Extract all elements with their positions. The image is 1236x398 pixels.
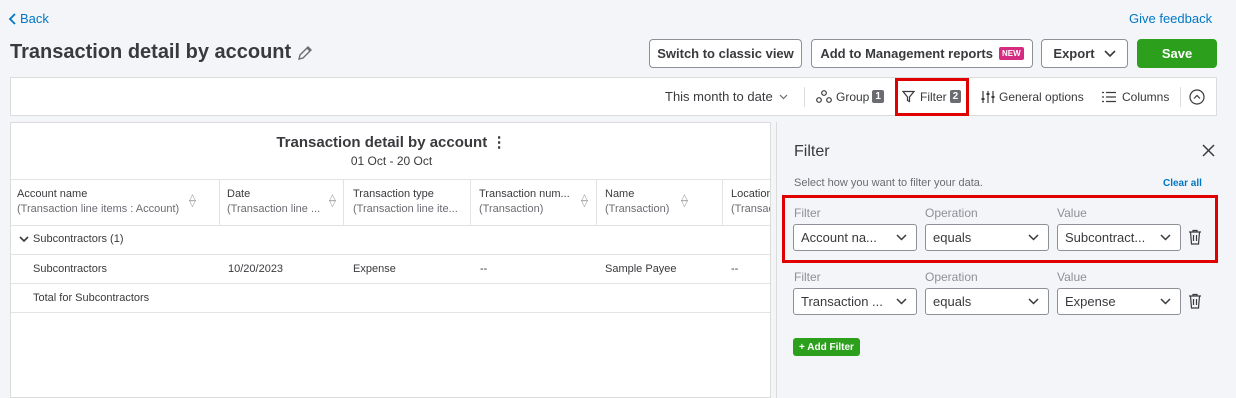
chevron-down-icon <box>1028 298 1039 305</box>
value-label: Value <box>1057 270 1087 284</box>
columns-list-icon <box>1102 91 1116 102</box>
filter-highlight-box <box>895 78 969 116</box>
sliders-icon <box>981 90 995 103</box>
give-feedback-link[interactable]: Give feedback <box>1129 11 1212 26</box>
filter-field-select[interactable]: Transaction ... <box>793 288 917 315</box>
cell-num: -- <box>480 263 488 275</box>
group-icon <box>816 89 832 103</box>
export-button[interactable]: Export <box>1041 39 1128 68</box>
column-header-location[interactable]: Location (Transac <box>731 179 770 225</box>
column-header-name[interactable]: Name (Transaction) △ ▽ <box>605 179 723 225</box>
back-label: Back <box>20 11 49 26</box>
sort-icon[interactable]: △ ▽ <box>189 193 196 208</box>
chevron-left-icon <box>8 12 16 25</box>
general-options-button[interactable]: General options <box>981 78 1084 115</box>
trash-icon[interactable] <box>1188 293 1202 309</box>
add-to-management-reports-button[interactable]: Add to Management reports NEW <box>811 39 1033 68</box>
cell-name: Sample Payee <box>605 263 677 275</box>
cell-date: 10/20/2023 <box>228 263 284 275</box>
close-icon[interactable] <box>1202 144 1215 157</box>
columns-label: Columns <box>1122 89 1170 104</box>
column-header-transaction-num[interactable]: Transaction num... (Transaction) △ ▽ <box>479 179 597 225</box>
group-count-badge: 1 <box>872 90 884 103</box>
group-row-subcontractors[interactable]: Subcontractors (1) <box>19 233 123 245</box>
new-badge: NEW <box>998 47 1024 60</box>
report-title: Transaction detail by account <box>276 134 488 151</box>
add-filter-button[interactable]: + Add Filter <box>793 338 860 356</box>
page-title: Transaction detail by account <box>10 41 292 63</box>
filter-operation-select[interactable]: equals <box>925 288 1049 315</box>
total-row-label: Total for Subcontractors <box>33 292 150 304</box>
sort-icon[interactable]: △ ▽ <box>329 193 336 208</box>
cell-account: Subcontractors <box>33 263 107 275</box>
switch-classic-view-button[interactable]: Switch to classic view <box>649 39 802 68</box>
group-button[interactable]: Group 1 <box>816 78 884 115</box>
chevron-down-icon <box>896 298 907 305</box>
filter-label: Filter <box>794 270 821 284</box>
export-label: Export <box>1053 46 1095 61</box>
chevron-down-icon <box>19 235 29 242</box>
column-header-account-name[interactable]: Account name (Transaction line items : A… <box>17 179 220 225</box>
report-title-menu-icon[interactable]: ⋮ <box>492 134 507 151</box>
save-button[interactable]: Save <box>1137 39 1217 68</box>
chevron-up-circle-icon <box>1189 88 1205 105</box>
filter-row-highlight-box <box>782 195 1218 263</box>
row-divider <box>11 254 770 255</box>
chevron-down-icon <box>1104 49 1116 57</box>
toolbar-divider <box>804 87 805 107</box>
sort-icon[interactable]: △ ▽ <box>681 193 688 208</box>
chevron-down-icon <box>779 94 788 99</box>
report-date-range: 01 Oct - 20 Oct <box>350 154 433 168</box>
date-range-label: This month to date <box>665 89 773 104</box>
chevron-down-icon <box>1160 298 1171 305</box>
report-toolbar: This month to date Group 1 Filter 2 Gene… <box>10 77 1217 116</box>
column-header-transaction-type[interactable]: Transaction type (Transaction line ite..… <box>353 179 471 225</box>
cell-location: -- <box>731 263 739 275</box>
group-label: Group <box>836 89 870 104</box>
filter-value-select[interactable]: Expense <box>1057 288 1181 315</box>
back-link[interactable]: Back <box>8 11 49 26</box>
row-divider <box>11 283 770 284</box>
sort-icon[interactable]: △ ▽ <box>581 193 588 208</box>
cell-type: Expense <box>353 263 396 275</box>
columns-button[interactable]: Columns <box>1102 78 1169 115</box>
toolbar-divider <box>1180 87 1181 107</box>
row-divider <box>11 312 770 313</box>
filter-panel-title: Filter <box>794 143 830 160</box>
add-mgmt-label: Add to Management reports <box>820 46 993 61</box>
operation-label: Operation <box>925 270 978 284</box>
filter-panel-subtitle: Select how you want to filter your data. <box>794 177 983 189</box>
collapse-button[interactable] <box>1189 78 1205 115</box>
general-options-label: General options <box>999 89 1084 104</box>
column-header-date[interactable]: Date (Transaction line ... △ ▽ <box>227 179 344 225</box>
group-row-label: Subcontractors (1) <box>33 233 124 245</box>
pencil-icon[interactable] <box>297 45 313 61</box>
date-range-dropdown[interactable]: This month to date <box>665 78 788 115</box>
clear-all-link[interactable]: Clear all <box>1163 178 1202 189</box>
header-bottom-divider <box>11 225 770 226</box>
report-table: Transaction detail by account ⋮ 01 Oct -… <box>10 122 771 398</box>
